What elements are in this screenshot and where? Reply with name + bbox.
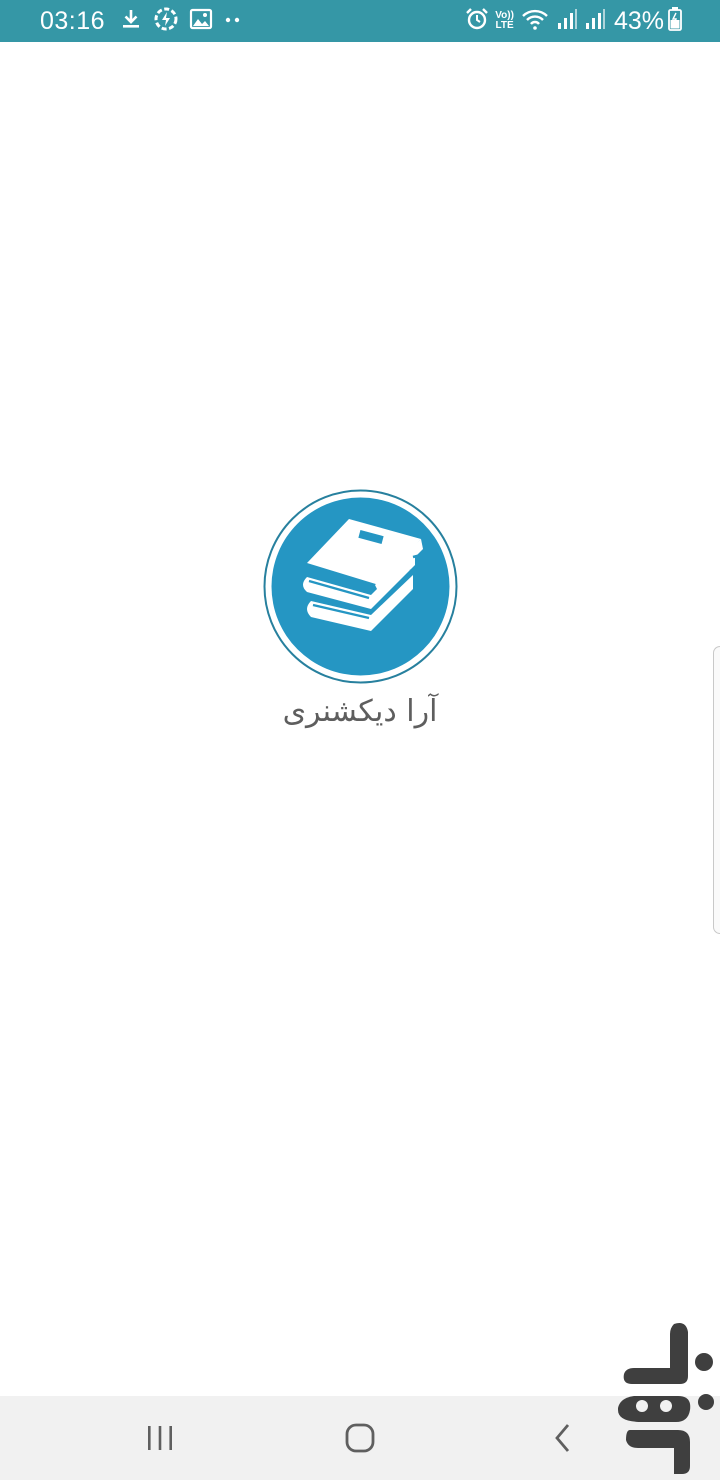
signal-icon [584, 7, 606, 36]
app-logo [263, 489, 458, 684]
cafebazaar-logo [612, 1318, 716, 1474]
signal-icon [556, 7, 578, 36]
status-time: 03:16 [40, 6, 106, 35]
alarm-icon [465, 7, 489, 36]
edge-panel-handle[interactable] [713, 646, 720, 934]
volte-bottom-label: LTE [495, 20, 514, 31]
battery-icon [668, 6, 682, 36]
more-notifications-icon [223, 12, 243, 30]
image-icon [189, 8, 213, 35]
home-button[interactable] [315, 1396, 405, 1480]
battery-percent: 43% [613, 6, 664, 35]
status-left: 03:16 [40, 0, 253, 42]
status-bar: 03:16 Vo)) LTE 43% [0, 0, 720, 42]
status-right: Vo)) LTE 43% [459, 0, 682, 42]
recents-icon [148, 1426, 172, 1450]
volte-icon: Vo)) LTE [495, 11, 514, 31]
home-icon [345, 1423, 375, 1453]
recents-button[interactable] [115, 1396, 205, 1480]
back-button[interactable] [518, 1396, 608, 1480]
wifi-icon [520, 7, 550, 36]
app-name: آرا دیکشنری [282, 694, 438, 729]
back-icon [555, 1424, 570, 1452]
download-icon [119, 7, 143, 36]
data-saver-icon [153, 6, 179, 37]
books-icon [263, 489, 458, 684]
